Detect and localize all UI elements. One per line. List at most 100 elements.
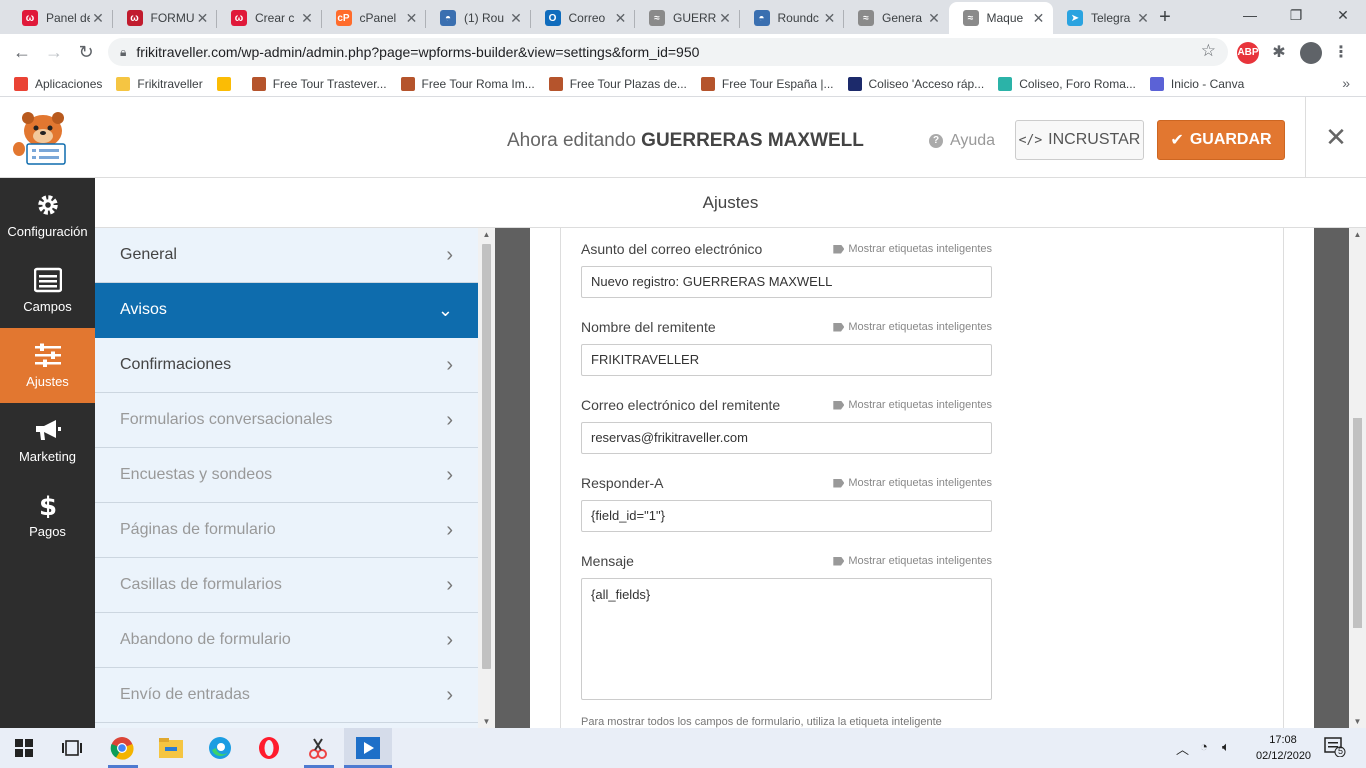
sidebar-scrollbar[interactable]: ▲ ▼	[478, 228, 495, 728]
volume-icon[interactable]: 🔈︎	[1222, 739, 1230, 755]
browser-tab[interactable]: cP cPanel ✕	[322, 2, 426, 34]
settings-menu-item[interactable]: Abandono de formulario ›	[95, 613, 478, 668]
browser-tab[interactable]: ≈ Maque ✕	[948, 2, 1053, 34]
scrollbar-thumb[interactable]	[1353, 418, 1362, 628]
smart-tags-link[interactable]: Mostrar etiquetas inteligentes	[833, 321, 992, 333]
smart-tags-link[interactable]: Mostrar etiquetas inteligentes	[833, 555, 992, 567]
browser-tab[interactable]: ➤ Telegra ✕	[1053, 2, 1157, 34]
browser-tab[interactable]: ≈ Genera ✕	[844, 2, 948, 34]
tab-close-icon[interactable]: ✕	[1135, 10, 1151, 27]
embed-button[interactable]: </> INCRUSTAR	[1015, 120, 1144, 160]
scroll-up-arrow-icon[interactable]: ▲	[478, 230, 495, 239]
save-button[interactable]: ✔ GUARDAR	[1157, 120, 1285, 160]
task-view-icon[interactable]	[58, 734, 86, 762]
scroll-up-arrow-icon[interactable]: ▲	[1349, 230, 1366, 239]
browser-tab[interactable]: ω Crear c ✕	[217, 2, 321, 34]
scrollbar-thumb[interactable]	[482, 244, 491, 669]
wpforms-bear-logo-icon	[13, 112, 66, 165]
settings-menu-item[interactable]: Confirmaciones ›	[95, 338, 478, 393]
tab-close-icon[interactable]: ✕	[926, 10, 942, 27]
close-builder-icon[interactable]: ✕	[1305, 97, 1366, 178]
help-link[interactable]: ? Ayuda	[929, 132, 995, 150]
embed-label: INCRUSTAR	[1048, 131, 1141, 148]
notifications-icon[interactable]: 5	[1324, 737, 1346, 760]
adblock-icon[interactable]: ABP	[1237, 42, 1259, 64]
opera-icon[interactable]	[255, 734, 283, 762]
browser-tab[interactable]: ω FORMUL✕	[113, 2, 217, 34]
bookmark-label: Aplicaciones	[35, 76, 103, 91]
window-close-button[interactable]: ✕	[1320, 0, 1366, 32]
browser-menu-icon[interactable]: ⋮	[1330, 42, 1352, 64]
scroll-down-arrow-icon[interactable]: ▼	[1349, 717, 1366, 726]
browser-tab[interactable]: O Correo ✕	[531, 2, 635, 34]
smart-tags-link[interactable]: Mostrar etiquetas inteligentes	[833, 477, 992, 489]
message-textarea[interactable]: {all_fields}	[581, 578, 992, 700]
settings-menu-item[interactable]: Formularios conversacionales ›	[95, 393, 478, 448]
field-input[interactable]: FRIKITRAVELLER	[581, 344, 992, 376]
tray-chevron-up-icon[interactable]: ︿	[1176, 739, 1189, 758]
bookmark-item[interactable]: Aplicaciones	[14, 76, 103, 91]
smart-tags-label: Mostrar etiquetas inteligentes	[848, 321, 992, 333]
nav-campos[interactable]: Campos	[0, 253, 95, 328]
forward-arrow-icon[interactable]: →	[40, 38, 68, 66]
settings-menu-item[interactable]: Encuestas y sondeos ›	[95, 448, 478, 503]
field-input[interactable]: Nuevo registro: GUERRERAS MAXWELL	[581, 266, 992, 298]
snipping-tool-icon[interactable]	[304, 734, 332, 762]
settings-menu-item[interactable]: Páginas de formulario ›	[95, 503, 478, 558]
media-player-icon[interactable]	[354, 734, 382, 762]
settings-menu-item[interactable]: Casillas de formularios ›	[95, 558, 478, 613]
tab-close-icon[interactable]: ✕	[1031, 10, 1047, 27]
address-bar[interactable]: 🔒︎ frikitraveller.com/wp-admin/admin.php…	[108, 38, 1228, 66]
back-arrow-icon[interactable]: ←	[8, 38, 36, 66]
browser-tab[interactable]: ≈ GUERR ✕	[635, 2, 739, 34]
settings-menu-item[interactable]: Avisos ⌄	[95, 283, 478, 338]
nav-configuracion[interactable]: Configuración	[0, 178, 95, 253]
settings-menu-item[interactable]: Envío de entradas ›	[95, 668, 478, 723]
bookmark-item[interactable]: Free Tour Trastever...	[251, 76, 387, 91]
bookmark-item[interactable]: Inicio - Canva	[1149, 76, 1244, 91]
bookmark-item[interactable]	[216, 76, 238, 91]
minimize-button[interactable]: —	[1227, 0, 1273, 32]
scroll-down-arrow-icon[interactable]: ▼	[478, 717, 495, 726]
chrome-icon[interactable]	[108, 734, 136, 762]
reload-icon[interactable]: ↻	[72, 38, 100, 66]
new-tab-button[interactable]: +	[1153, 6, 1177, 30]
tab-close-icon[interactable]: ✕	[404, 10, 420, 27]
windows-start-icon[interactable]	[10, 734, 38, 762]
bookmark-favicon-icon	[1149, 76, 1164, 91]
field-input[interactable]: reservas@frikitraveller.com	[581, 422, 992, 454]
tab-close-icon[interactable]: ✕	[299, 10, 315, 27]
wifi-icon[interactable]: ◔	[1200, 739, 1208, 754]
browser-tab[interactable]: ω Panel de ✕	[8, 2, 112, 34]
nav-ajustes[interactable]: Ajustes	[0, 328, 95, 403]
field-input[interactable]: {field_id="1"}	[581, 500, 992, 532]
browser-tab[interactable]: ◓ Roundc ✕	[740, 2, 844, 34]
tab-close-icon[interactable]: ✕	[90, 10, 106, 27]
file-explorer-icon[interactable]	[157, 734, 185, 762]
bookmark-star-icon[interactable]: ☆	[1201, 41, 1216, 61]
tab-close-icon[interactable]: ✕	[508, 10, 524, 27]
tab-close-icon[interactable]: ✕	[195, 10, 211, 27]
bookmark-item[interactable]: Coliseo 'Acceso ráp...	[847, 76, 984, 91]
nav-pagos[interactable]: $ Pagos	[0, 478, 95, 553]
restore-button[interactable]: ❐	[1273, 0, 1319, 32]
extensions-puzzle-icon[interactable]: ✱	[1268, 42, 1290, 64]
bookmarks-overflow-icon[interactable]: »	[1342, 75, 1350, 91]
tab-close-icon[interactable]: ✕	[717, 10, 733, 27]
bookmark-item[interactable]: Frikitraveller	[116, 76, 203, 91]
profile-avatar-icon[interactable]	[1300, 42, 1322, 64]
tab-close-icon[interactable]: ✕	[822, 10, 838, 27]
tab-close-icon[interactable]: ✕	[613, 10, 629, 27]
bookmark-item[interactable]: Free Tour Plazas de...	[548, 76, 687, 91]
taskbar-clock[interactable]: 17:08 02/12/2020	[1256, 732, 1311, 764]
bookmark-item[interactable]: Free Tour Roma Im...	[400, 76, 535, 91]
bookmark-item[interactable]: Free Tour España |...	[700, 76, 834, 91]
content-scrollbar[interactable]: ▲ ▼	[1349, 228, 1366, 728]
edge-icon[interactable]	[206, 734, 234, 762]
smart-tags-link[interactable]: Mostrar etiquetas inteligentes	[833, 399, 992, 411]
smart-tags-link[interactable]: Mostrar etiquetas inteligentes	[833, 243, 992, 255]
settings-menu-item[interactable]: General ›	[95, 228, 478, 283]
browser-tab[interactable]: ◓ (1) Rou ✕	[426, 2, 530, 34]
bookmark-item[interactable]: Coliseo, Foro Roma...	[998, 76, 1136, 91]
nav-marketing[interactable]: Marketing	[0, 403, 95, 478]
